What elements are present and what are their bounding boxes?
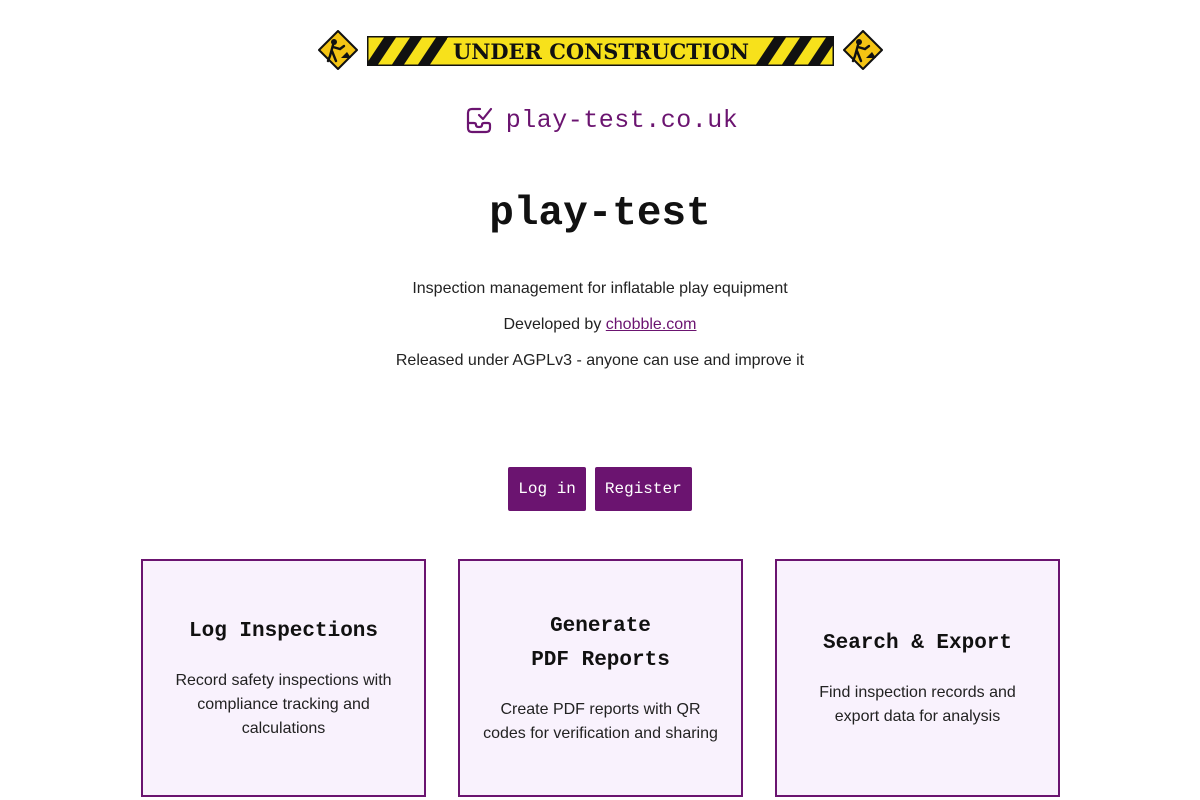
checkbox-tray-icon bbox=[466, 107, 492, 134]
construction-worker-sign-icon bbox=[318, 30, 358, 70]
intro-text: Inspection management for inflatable pla… bbox=[0, 280, 1200, 388]
feature-card-pdf-reports: Generate PDF Reports Create PDF reports … bbox=[458, 559, 743, 797]
construction-worker-sign-icon bbox=[843, 30, 883, 70]
site-name: play-test.co.uk bbox=[505, 105, 739, 135]
developed-by: Developed by chobble.com bbox=[0, 316, 1200, 334]
feature-title-line: Generate bbox=[550, 615, 651, 638]
feature-title: Search & Export bbox=[822, 632, 1013, 655]
developer-link[interactable]: chobble.com bbox=[606, 316, 697, 333]
auth-buttons: Log in Register bbox=[0, 467, 1200, 511]
tagline: Inspection management for inflatable pla… bbox=[412, 280, 788, 297]
login-button[interactable]: Log in bbox=[508, 467, 586, 511]
feature-card-log-inspections: Log Inspections Record safety inspection… bbox=[141, 559, 426, 797]
site-logo-link[interactable]: play-test.co.uk bbox=[462, 104, 739, 136]
feature-description: Find inspection records and export data … bbox=[819, 684, 1016, 725]
feature-title-line: PDF Reports bbox=[531, 649, 670, 672]
feature-title: Generate PDF Reports bbox=[531, 610, 670, 678]
under-construction-sign: UNDER CONSTRUCTION bbox=[367, 36, 834, 66]
site-header: play-test.co.uk bbox=[0, 100, 1200, 140]
feature-card-search-export: Search & Export Find inspection records … bbox=[775, 559, 1060, 797]
developed-by-label: Developed by bbox=[503, 316, 606, 333]
register-button[interactable]: Register bbox=[594, 467, 692, 511]
feature-description: Record safety inspections with complianc… bbox=[175, 672, 392, 737]
feature-description: Create PDF reports with QR codes for ver… bbox=[483, 701, 718, 742]
under-construction-banner: UNDER CONSTRUCTION bbox=[0, 30, 1200, 72]
feature-title: Log Inspections bbox=[188, 620, 379, 643]
license-text: Released under AGPLv3 - anyone can use a… bbox=[395, 352, 805, 369]
under-construction-text: UNDER CONSTRUCTION bbox=[453, 39, 749, 64]
page-title: play-test bbox=[489, 191, 711, 237]
